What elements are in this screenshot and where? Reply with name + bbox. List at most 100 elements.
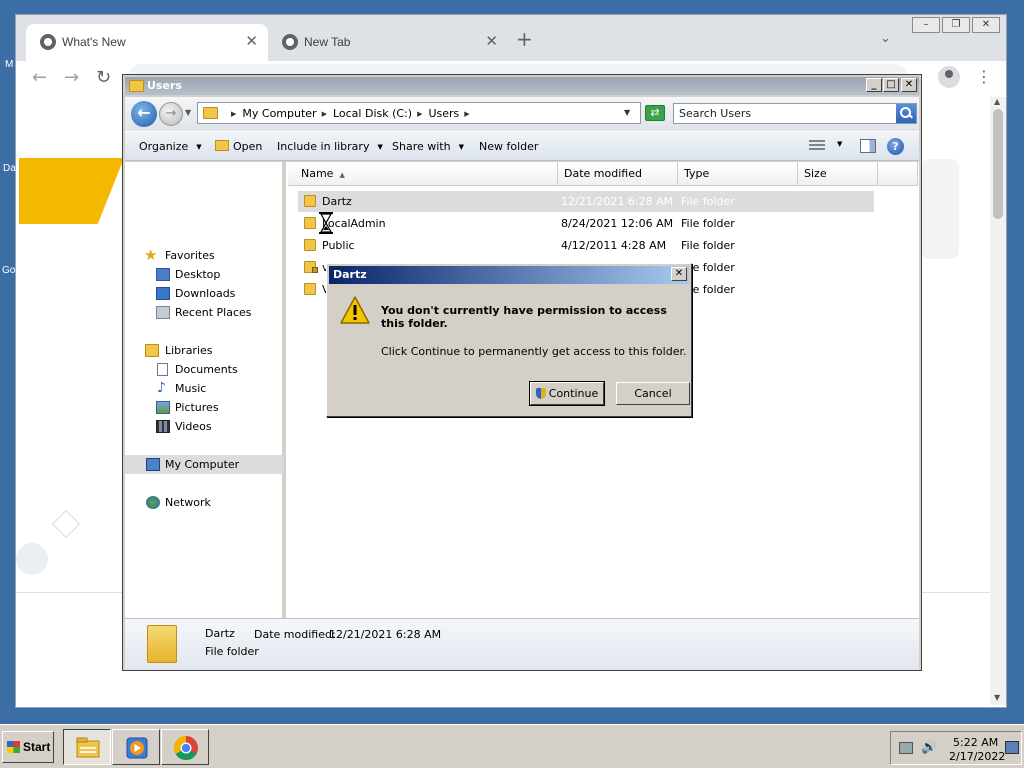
file-type: File folder xyxy=(681,239,735,252)
breadcrumb-arrow-icon[interactable]: ▶ xyxy=(464,110,469,118)
tab-close-icon[interactable]: ✕ xyxy=(245,32,258,50)
chrome-minimize-button[interactable]: – xyxy=(912,17,940,33)
diamond-shape-icon xyxy=(51,509,81,539)
search-icon[interactable] xyxy=(896,104,916,123)
change-view-icon[interactable] xyxy=(809,140,825,152)
explorer-titlebar[interactable]: Users _ □ ✕ xyxy=(125,77,919,95)
scroll-up-icon[interactable]: ▲ xyxy=(994,97,1000,106)
dialog-close-button[interactable]: ✕ xyxy=(671,267,687,281)
breadcrumb-arrow-icon[interactable]: ▶ xyxy=(417,110,422,118)
desktop-edge-text: Da xyxy=(3,163,16,174)
scroll-down-icon[interactable]: ▼ xyxy=(994,693,1000,702)
lock-icon xyxy=(312,267,318,273)
forward-arrow-icon[interactable]: → xyxy=(64,67,79,88)
search-input[interactable] xyxy=(674,104,894,123)
clock-date[interactable]: 2/17/2022 xyxy=(949,750,1005,763)
sidebar-item-label: Recent Places xyxy=(175,306,252,319)
start-button[interactable]: Start xyxy=(2,731,54,763)
sidebar-item-desktop[interactable]: Desktop xyxy=(125,265,283,284)
forward-button[interactable]: → xyxy=(159,102,183,126)
chrome-close-button[interactable]: ✕ xyxy=(972,17,1000,33)
sidebar-item-label: Videos xyxy=(175,420,212,433)
sidebar-item-videos[interactable]: Videos xyxy=(125,417,283,436)
file-name: Public xyxy=(322,239,355,252)
recent-pages-dropdown-icon[interactable]: ▼ xyxy=(185,108,191,117)
sidebar-item-recent-places[interactable]: Recent Places xyxy=(125,303,283,322)
volume-icon[interactable]: 🔊 xyxy=(921,740,937,755)
close-button[interactable]: ✕ xyxy=(901,78,917,92)
minimize-button[interactable]: _ xyxy=(866,78,882,92)
table-row[interactable]: Public 4/12/2011 4:28 AM File folder xyxy=(298,235,874,256)
file-type: File folder xyxy=(681,217,735,230)
uac-shield-icon xyxy=(535,388,546,399)
system-tray: 🔊 5:22 AM 2/17/2022 xyxy=(890,731,1022,765)
chrome-favicon-icon xyxy=(282,34,298,50)
tab-new-tab[interactable]: New Tab ✕ xyxy=(268,24,508,61)
tab-search-icon[interactable]: ⌄ xyxy=(880,31,891,46)
chrome-maximize-button[interactable]: ❐ xyxy=(942,17,970,33)
breadcrumb-arrow-icon[interactable]: ▶ xyxy=(231,110,236,118)
back-button[interactable]: ← xyxy=(131,101,157,127)
scrollbar-thumb[interactable] xyxy=(993,109,1003,219)
dialog-heading: You don't currently have permission to a… xyxy=(381,304,667,330)
continue-label: Continue xyxy=(548,387,599,400)
column-header-name[interactable]: Name ▲ xyxy=(288,162,558,186)
reload-icon[interactable]: ↻ xyxy=(96,67,111,88)
share-with-button[interactable]: Share with ▼ xyxy=(392,140,464,153)
warning-icon xyxy=(340,296,370,324)
organize-button[interactable]: Organize ▼ xyxy=(139,140,202,153)
network-status-icon[interactable] xyxy=(899,742,913,754)
sidebar-item-downloads[interactable]: Downloads xyxy=(125,284,283,303)
taskbar-explorer-button[interactable] xyxy=(63,729,111,765)
continue-button[interactable]: Continue xyxy=(529,381,605,406)
start-label: Start xyxy=(23,740,51,754)
sidebar-item-pictures[interactable]: Pictures xyxy=(125,398,283,417)
taskbar-chrome-button[interactable] xyxy=(161,729,209,765)
include-in-library-button[interactable]: Include in library ▼ xyxy=(277,140,383,153)
clock-time[interactable]: 5:22 AM xyxy=(953,736,998,749)
table-row[interactable]: LocalAdmin 8/24/2021 12:06 AM File folde… xyxy=(298,213,874,234)
column-header-type[interactable]: Type xyxy=(678,162,798,186)
address-box[interactable]: ▶ My Computer ▶ Local Disk (C:) ▶ Users ▶ ▼ xyxy=(197,102,641,124)
refresh-icon[interactable]: ⇄ xyxy=(645,105,665,121)
chevron-down-icon[interactable]: ▼ xyxy=(837,140,842,148)
file-name: Dartz xyxy=(322,195,352,208)
chrome-scrollbar[interactable]: ▲ ▼ xyxy=(990,97,1006,705)
column-header-date-modified[interactable]: Date modified xyxy=(558,162,678,186)
tab-whats-new[interactable]: What's New ✕ xyxy=(26,24,268,61)
cancel-button[interactable]: Cancel xyxy=(616,382,690,405)
sidebar-item-favorites[interactable]: ★ Favorites xyxy=(125,246,283,265)
chrome-menu-icon[interactable]: ⋮ xyxy=(976,67,992,86)
tab-close-icon[interactable]: ✕ xyxy=(485,32,498,50)
file-date: 12/21/2021 6:28 AM xyxy=(561,195,674,208)
address-dropdown-icon[interactable]: ▼ xyxy=(624,108,630,117)
show-desktop-icon[interactable] xyxy=(1005,741,1019,754)
sidebar-item-libraries[interactable]: Libraries xyxy=(125,341,283,360)
table-row[interactable]: Dartz 12/21/2021 6:28 AM File folder xyxy=(298,191,874,212)
sidebar-item-music[interactable]: ♪ Music xyxy=(125,379,283,398)
help-icon[interactable]: ? xyxy=(887,138,904,155)
new-folder-button[interactable]: New folder xyxy=(479,140,538,153)
maximize-button[interactable]: □ xyxy=(883,78,899,92)
sidebar-item-my-computer[interactable]: My Computer xyxy=(125,455,283,474)
column-header-size[interactable]: Size xyxy=(798,162,878,186)
taskbar-media-player-button[interactable] xyxy=(112,729,160,765)
new-tab-button[interactable]: + xyxy=(516,29,533,49)
breadcrumb-arrow-icon[interactable]: ▶ xyxy=(322,110,327,118)
dialog-titlebar[interactable]: Dartz ✕ xyxy=(329,266,689,284)
sidebar-item-documents[interactable]: Documents xyxy=(125,360,283,379)
chrome-icon xyxy=(173,736,198,761)
organize-label: Organize xyxy=(139,140,189,153)
profile-avatar-icon[interactable] xyxy=(938,66,960,88)
sidebar-item-label: Desktop xyxy=(175,268,221,281)
breadcrumb-local-disk[interactable]: Local Disk (C:) xyxy=(333,107,412,120)
preview-pane-icon[interactable] xyxy=(860,139,876,153)
back-arrow-icon[interactable]: ← xyxy=(32,67,47,88)
share-with-label: Share with xyxy=(392,140,451,153)
sidebar-item-network[interactable]: Network xyxy=(125,493,283,512)
open-button[interactable]: Open xyxy=(215,140,262,153)
breadcrumb-my-computer[interactable]: My Computer xyxy=(242,107,316,120)
address-bar-area: ← → ▼ ▶ My Computer ▶ Local Disk (C:) ▶ Users… xyxy=(125,97,919,131)
breadcrumb-users[interactable]: Users xyxy=(428,107,459,120)
sidebar-item-label: Downloads xyxy=(175,287,236,300)
